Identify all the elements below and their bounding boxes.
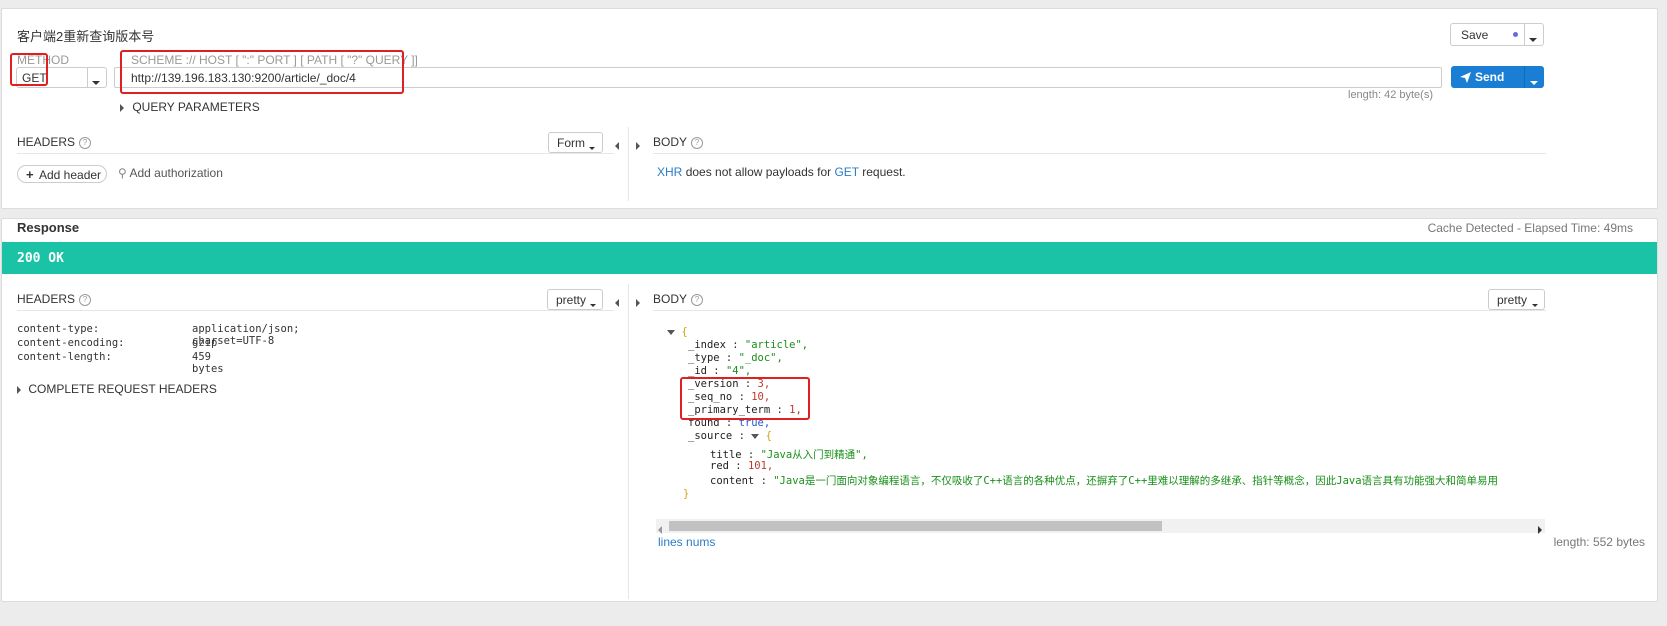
help-icon[interactable]: ? <box>691 293 704 306</box>
complete-request-headers-label: COMPLETE REQUEST HEADERS <box>28 382 217 396</box>
scroll-right-icon[interactable] <box>1538 522 1542 536</box>
panel-divider <box>628 284 629 599</box>
cache-info: Cache Detected - Elapsed Time: 49ms <box>1427 221 1633 235</box>
request-body-title: BODY? <box>653 135 704 149</box>
collapse-right-icon[interactable] <box>636 138 640 152</box>
request-panel: 客户端2重新查询版本号 Save METHOD GET SCHEME :// H… <box>1 8 1658 209</box>
response-body-mode-select[interactable]: pretty <box>1488 289 1545 310</box>
json-brace: } <box>683 488 690 500</box>
response-headers-title: HEADERS? <box>17 292 92 306</box>
body-message-end: request. <box>862 165 906 179</box>
header-row: content-length: 459 bytes <box>17 351 224 375</box>
help-icon[interactable]: ? <box>79 136 92 149</box>
request-name[interactable]: 客户端2重新查询版本号 <box>17 26 154 45</box>
body-message: XHR does not allow payloads for GET requ… <box>657 165 906 179</box>
headers-mode-value: Form <box>557 136 585 150</box>
body-length: length: 552 bytes <box>1553 535 1645 549</box>
collapse-right-icon[interactable] <box>636 295 640 309</box>
horizontal-scrollbar[interactable] <box>656 519 1545 536</box>
save-label: Save <box>1461 28 1489 42</box>
header-value: 459 bytes <box>192 351 224 375</box>
scrollbar-thumb[interactable] <box>669 521 1162 531</box>
body-message-text: does not allow payloads for <box>685 165 832 179</box>
response-headers-label: HEADERS <box>17 292 76 306</box>
xhr-link[interactable]: XHR <box>657 165 682 179</box>
url-length: length: 42 byte(s) <box>1348 89 1433 101</box>
add-authorization-label: Add authorization <box>129 166 223 180</box>
send-label: Send <box>1475 70 1505 84</box>
highlight-box-url <box>120 50 404 94</box>
send-icon <box>1460 72 1471 83</box>
add-header-label: Add header <box>39 168 102 182</box>
json-line: _id : "4", <box>688 365 752 377</box>
response-headers-mode-value: pretty <box>556 293 587 307</box>
json-brace: { <box>681 326 688 338</box>
highlight-box-version <box>680 377 810 420</box>
response-body-mode-value: pretty <box>1497 293 1528 307</box>
response-body-title: BODY? <box>653 292 704 306</box>
json-line: red : 101, <box>710 460 774 472</box>
json-line: _source : { <box>688 430 772 442</box>
status-bar: 200 OK <box>2 242 1657 274</box>
response-panel: Response Cache Detected - Elapsed Time: … <box>1 218 1658 602</box>
help-icon[interactable]: ? <box>79 293 92 306</box>
response-title: Response <box>17 220 80 235</box>
json-viewer: { _index : "article", _type : "_doc", _i… <box>667 326 1547 516</box>
collapse-toggle-icon[interactable] <box>751 430 760 442</box>
method-dropdown-icon <box>92 75 100 89</box>
request-headers-label: HEADERS <box>17 135 76 149</box>
query-parameters-toggle[interactable]: QUERY PARAMETERS <box>120 100 260 114</box>
header-row: content-type: application/json; charset=… <box>17 323 299 347</box>
response-body-label: BODY <box>653 292 688 306</box>
collapse-left-icon[interactable] <box>615 138 619 152</box>
query-parameters-label: QUERY PARAMETERS <box>132 100 260 114</box>
unsaved-dot-icon <box>1513 32 1518 37</box>
expand-icon <box>17 385 21 394</box>
response-headers-mode-select[interactable]: pretty <box>547 289 603 310</box>
header-row: content-encoding: gzip <box>17 337 217 351</box>
headers-mode-select[interactable]: Form <box>548 132 603 153</box>
scroll-left-icon[interactable] <box>658 522 662 536</box>
plus-icon: + <box>26 167 34 182</box>
json-line: _type : "_doc", <box>688 352 783 364</box>
header-name: content-length: <box>17 351 112 363</box>
add-header-button[interactable]: + Add header <box>17 165 107 183</box>
json-line: _index : "article", <box>688 339 809 351</box>
save-button[interactable]: Save <box>1450 23 1544 46</box>
request-body-label: BODY <box>653 135 688 149</box>
highlight-box-method <box>10 53 48 86</box>
save-dropdown-icon[interactable] <box>1529 32 1537 46</box>
request-headers-title: HEADERS? <box>17 135 92 149</box>
header-value: gzip <box>192 337 218 349</box>
json-line: content : "Java是一门面向对象编程语言，不仅吸收了C++语言的各种… <box>710 475 1499 487</box>
response-headers-list: content-type: application/json; charset=… <box>17 323 299 375</box>
help-icon[interactable]: ? <box>691 136 704 149</box>
header-name: content-type: <box>17 323 100 335</box>
collapse-left-icon[interactable] <box>615 295 619 309</box>
status-text: 200 OK <box>17 251 64 266</box>
complete-request-headers-toggle[interactable]: COMPLETE REQUEST HEADERS <box>17 382 217 396</box>
expand-icon <box>120 103 124 112</box>
send-dropdown-icon[interactable] <box>1530 75 1538 89</box>
send-button[interactable]: Send <box>1451 66 1544 88</box>
key-icon: ⚲ <box>118 166 127 180</box>
header-name: content-encoding: <box>17 337 125 349</box>
lines-nums-link[interactable]: lines nums <box>658 535 715 549</box>
collapse-toggle-icon[interactable] <box>667 326 675 338</box>
add-authorization-link[interactable]: ⚲ Add authorization <box>118 166 223 180</box>
panel-divider <box>628 127 629 201</box>
get-link[interactable]: GET <box>834 165 858 179</box>
